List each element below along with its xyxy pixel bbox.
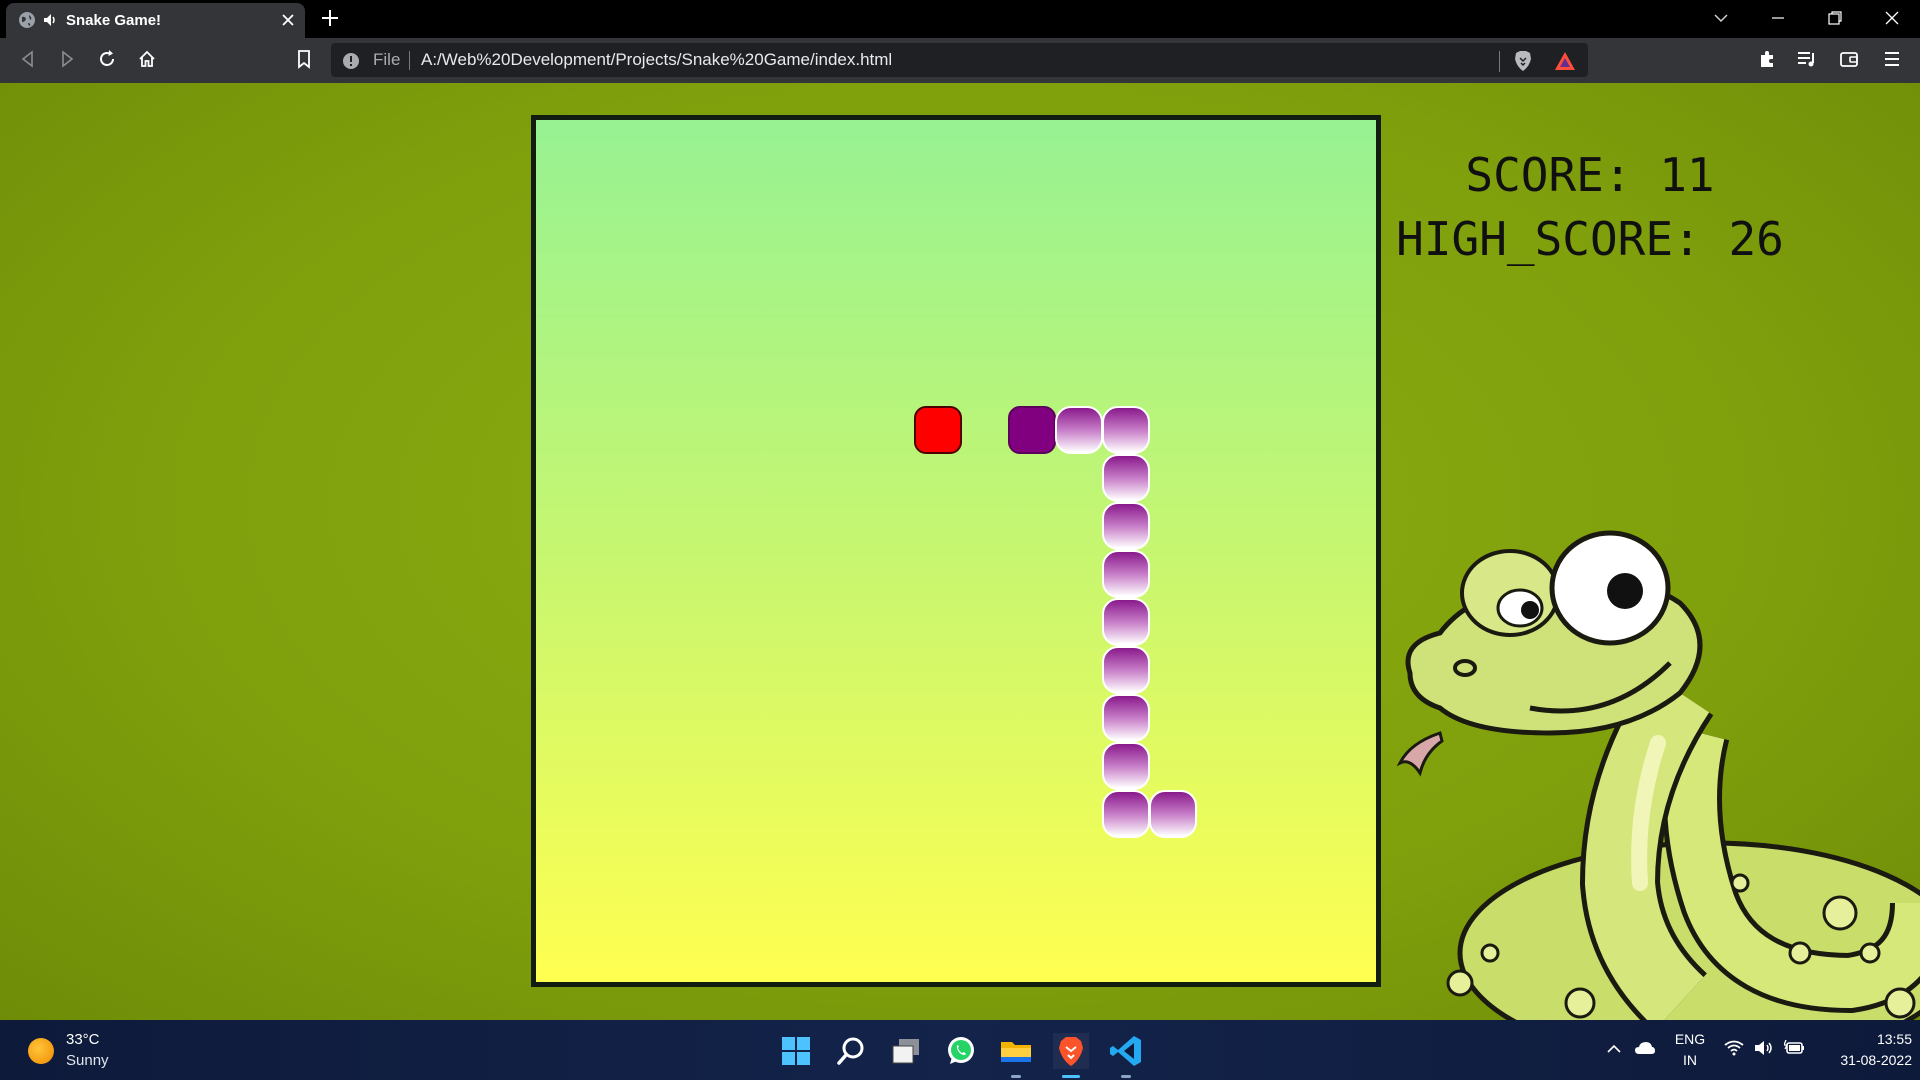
new-tab-icon[interactable] bbox=[320, 8, 340, 28]
browser-toolbar: File A:/Web%20Development/Projects/Snake… bbox=[0, 38, 1920, 83]
wifi-icon[interactable] bbox=[1724, 1040, 1744, 1056]
snake-segment bbox=[1102, 598, 1150, 646]
close-window-icon[interactable] bbox=[1883, 9, 1901, 27]
battery-charging-icon[interactable] bbox=[1784, 1040, 1806, 1056]
search-icon[interactable] bbox=[833, 1033, 869, 1069]
vscode-icon[interactable] bbox=[1108, 1033, 1144, 1069]
windows-taskbar: 33°C Sunny ENG IN 13:55 31-08-2022 bbox=[0, 1020, 1920, 1080]
whatsapp-icon[interactable] bbox=[943, 1033, 979, 1069]
wallet-icon[interactable] bbox=[1839, 49, 1859, 69]
snake-segment bbox=[1102, 550, 1150, 598]
globe-icon bbox=[19, 12, 35, 28]
reload-icon[interactable] bbox=[97, 49, 117, 69]
snake-head bbox=[1008, 406, 1056, 454]
snake-segment bbox=[1102, 790, 1150, 838]
clock-date[interactable]: 31-08-2022 bbox=[1820, 1052, 1912, 1068]
url-scheme-label: File bbox=[373, 50, 401, 69]
snake-segment bbox=[1102, 454, 1150, 502]
home-icon[interactable] bbox=[137, 49, 157, 69]
sun-icon[interactable] bbox=[28, 1038, 54, 1064]
brave-rewards-icon[interactable] bbox=[1554, 51, 1576, 71]
browser-tab[interactable]: Snake Game! bbox=[6, 3, 305, 38]
forward-icon[interactable] bbox=[57, 49, 77, 69]
weather-temperature[interactable]: 33°C bbox=[66, 1031, 100, 1048]
snake-segment bbox=[1102, 406, 1150, 454]
score-panel: SCORE: 11 HIGH_SCORE: 26 bbox=[1390, 143, 1790, 271]
address-bar[interactable]: File A:/Web%20Development/Projects/Snake… bbox=[331, 43, 1588, 77]
tab-search-chevron-icon[interactable] bbox=[1712, 9, 1730, 27]
game-page: SCORE: 11 HIGH_SCORE: 26 bbox=[0, 83, 1920, 1023]
language-indicator[interactable]: ENG bbox=[1670, 1031, 1710, 1047]
cartoon-snake-illustration bbox=[1396, 530, 1920, 1023]
snake-segment bbox=[1102, 646, 1150, 694]
brave-shields-icon[interactable] bbox=[1513, 50, 1533, 72]
info-icon[interactable] bbox=[342, 52, 360, 70]
tab-title: Snake Game! bbox=[66, 12, 162, 29]
clock-time[interactable]: 13:55 bbox=[1820, 1031, 1912, 1047]
snake-segment bbox=[1102, 502, 1150, 550]
file-explorer-icon[interactable] bbox=[998, 1033, 1034, 1069]
vscode-running-indicator bbox=[1121, 1075, 1131, 1078]
start-icon[interactable] bbox=[778, 1033, 814, 1069]
url-divider-right bbox=[1499, 51, 1500, 72]
snake-segment bbox=[1102, 742, 1150, 790]
brave-icon[interactable] bbox=[1053, 1033, 1089, 1069]
restore-icon[interactable] bbox=[1826, 9, 1844, 27]
media-playlist-icon[interactable] bbox=[1796, 49, 1818, 69]
food bbox=[914, 406, 962, 454]
close-tab-icon[interactable] bbox=[281, 13, 295, 27]
brave-active-indicator bbox=[1062, 1075, 1080, 1078]
back-icon[interactable] bbox=[18, 49, 38, 69]
url-divider bbox=[409, 51, 410, 70]
snake-segment bbox=[1102, 694, 1150, 742]
snake-segment bbox=[1055, 406, 1103, 454]
task-view-icon[interactable] bbox=[888, 1033, 924, 1069]
extensions-icon[interactable] bbox=[1757, 49, 1777, 69]
snake-segment bbox=[1149, 790, 1197, 838]
bookmark-icon[interactable] bbox=[295, 49, 313, 69]
high-score-text: HIGH_SCORE: 26 bbox=[1396, 212, 1784, 266]
file-explorer-running-indicator bbox=[1011, 1075, 1021, 1078]
score-text: SCORE: 11 bbox=[1465, 148, 1715, 202]
url-text[interactable]: A:/Web%20Development/Projects/Snake%20Ga… bbox=[421, 50, 892, 70]
menu-icon[interactable] bbox=[1883, 49, 1901, 69]
region-indicator[interactable]: IN bbox=[1670, 1052, 1710, 1068]
browser-title-bar: Snake Game! bbox=[0, 0, 1920, 38]
onedrive-cloud-icon[interactable] bbox=[1634, 1040, 1656, 1056]
volume-icon[interactable] bbox=[1754, 1040, 1774, 1056]
weather-description[interactable]: Sunny bbox=[66, 1052, 109, 1069]
game-board bbox=[531, 115, 1381, 987]
chevron-up-icon[interactable] bbox=[1606, 1042, 1622, 1056]
minimize-icon[interactable] bbox=[1769, 9, 1787, 27]
speaker-icon[interactable] bbox=[43, 13, 59, 27]
